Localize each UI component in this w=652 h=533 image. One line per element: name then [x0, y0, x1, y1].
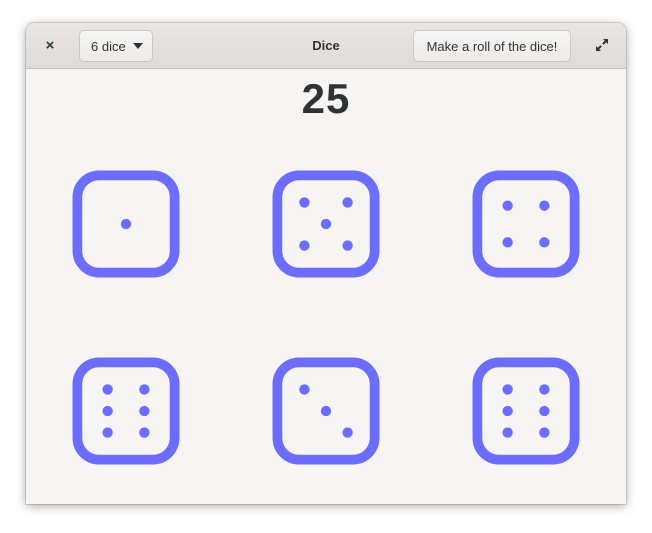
die-2[interactable] [272, 170, 380, 278]
die-pip [102, 427, 113, 438]
die-pip [139, 405, 150, 417]
die-pip [139, 427, 150, 438]
maximize-button[interactable] [588, 31, 616, 59]
die-pip [299, 240, 310, 251]
die-pip [139, 384, 150, 395]
die-1[interactable] [72, 170, 180, 278]
die-pip [342, 197, 353, 208]
die-frame [472, 170, 580, 278]
die-frame [72, 357, 180, 465]
die-pip [342, 240, 353, 251]
die-4[interactable] [72, 357, 180, 465]
die-pip [502, 384, 513, 395]
die-5[interactable] [272, 357, 380, 465]
dice-window: × 6 dice Dice Make a roll of the dice! 2… [26, 23, 626, 504]
die-pip [502, 427, 513, 438]
die-pip [299, 384, 310, 395]
die-pip [539, 427, 550, 438]
die-pip [342, 427, 353, 438]
die-pip [502, 200, 513, 211]
die-pip [539, 405, 550, 417]
roll-total: 25 [301, 75, 351, 122]
die-pip [320, 218, 332, 230]
die-pip [539, 200, 550, 211]
close-icon: × [45, 36, 55, 54]
die-pip [539, 237, 550, 248]
die-pip [539, 384, 550, 395]
die-pip [502, 405, 513, 417]
dice-count-dropdown[interactable]: 6 dice [79, 30, 153, 62]
die-frame [472, 357, 580, 465]
die-pip [102, 405, 113, 417]
maximize-icon [596, 39, 608, 51]
die-pip [502, 237, 513, 248]
close-button[interactable]: × [36, 31, 64, 59]
die-pip [299, 197, 310, 208]
die-6[interactable] [472, 357, 580, 465]
roll-dice-button[interactable]: Make a roll of the dice! [413, 30, 571, 62]
header-bar: × 6 dice Dice Make a roll of the dice! [26, 23, 626, 69]
chevron-down-icon [132, 43, 143, 49]
die-3[interactable] [472, 170, 580, 278]
die-pip [102, 384, 113, 395]
dice-count-label: 6 dice [91, 38, 126, 54]
die-pip [120, 218, 132, 230]
die-pip [320, 405, 332, 417]
